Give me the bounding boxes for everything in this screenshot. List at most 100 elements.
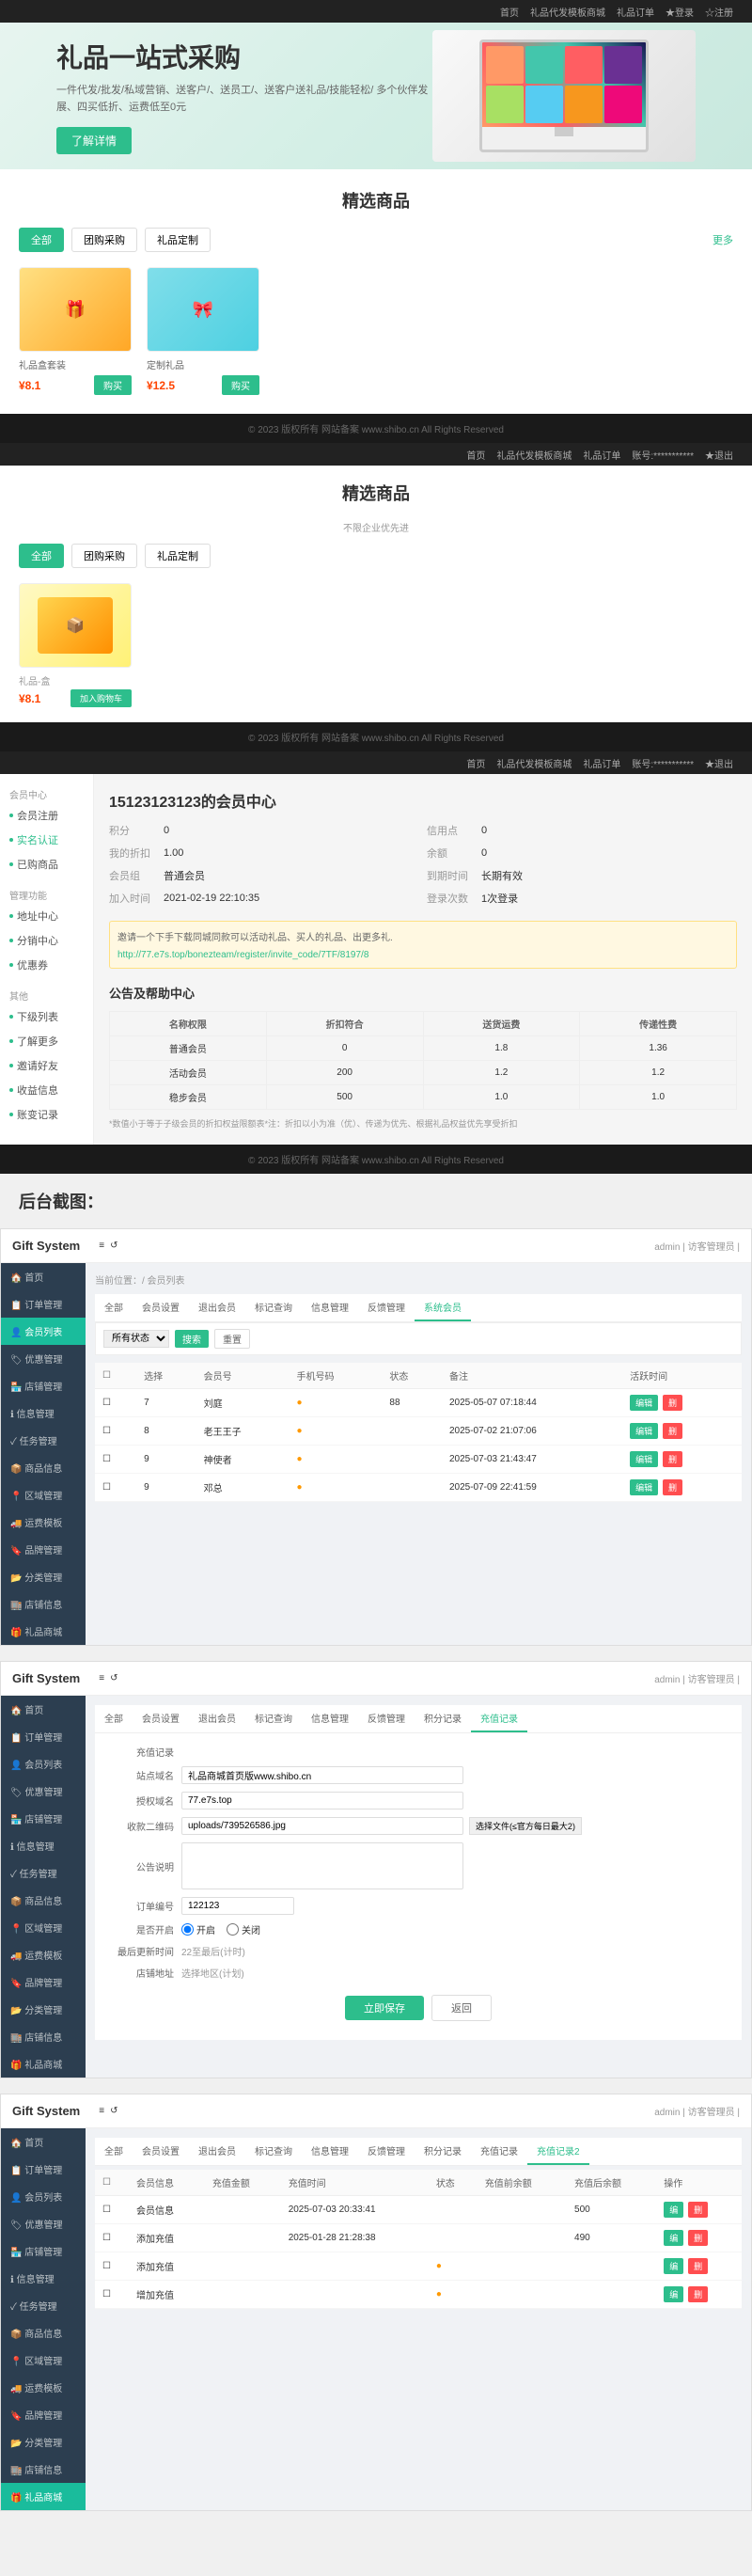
sidebar-gift-1[interactable]: 🎁 礼品商城 bbox=[1, 1618, 86, 1645]
sidebar-member-1[interactable]: 👤 会员列表 bbox=[1, 1318, 86, 1345]
tab1-3[interactable]: 标记查询 bbox=[245, 1294, 302, 1321]
form-cancel-button[interactable]: 返回 bbox=[431, 1995, 492, 2021]
tab2-active[interactable]: 充值记录 bbox=[471, 1705, 527, 1732]
tab2-0[interactable]: 全部 bbox=[95, 1705, 133, 1732]
edit-btn-3[interactable]: 编辑 bbox=[630, 1479, 658, 1495]
radio-on[interactable]: 开启 bbox=[181, 1922, 215, 1936]
nav2-logout[interactable]: ★退出 bbox=[705, 448, 733, 462]
tab3-3[interactable]: 标记查询 bbox=[245, 2138, 302, 2165]
edit3-2[interactable]: 编 bbox=[664, 2258, 683, 2274]
sidebar-item-address[interactable]: 地址中心 bbox=[0, 904, 93, 928]
sidebar3-task[interactable]: ✓ 任务管理 bbox=[1, 2292, 86, 2319]
sidebar-item-purchased[interactable]: 已购商品 bbox=[0, 852, 93, 877]
tab1-0[interactable]: 全部 bbox=[95, 1294, 133, 1321]
tab2-group[interactable]: 团购采购 bbox=[71, 544, 137, 568]
tab3-7[interactable]: 充值记录 bbox=[471, 2138, 527, 2165]
tab2-6[interactable]: 积分记录 bbox=[415, 1705, 471, 1732]
sidebar-goods-1[interactable]: 📦 商品信息 bbox=[1, 1454, 86, 1481]
admin-header-refresh-3[interactable]: ↺ bbox=[110, 2106, 118, 2116]
sidebar-item-coupon[interactable]: 优惠券 bbox=[0, 953, 93, 977]
tab1-4[interactable]: 信息管理 bbox=[302, 1294, 358, 1321]
sidebar3-goods[interactable]: 📦 商品信息 bbox=[1, 2319, 86, 2347]
sidebar2-order[interactable]: 📋 订单管理 bbox=[1, 1723, 86, 1750]
sidebar2-gift[interactable]: 🎁 礼品商城 bbox=[1, 2050, 86, 2078]
product2-cart-button[interactable]: 加入购物车 bbox=[70, 689, 132, 707]
hero-learn-more-button[interactable]: 了解详情 bbox=[56, 127, 132, 154]
del3-2[interactable]: 删 bbox=[688, 2258, 708, 2274]
tab2-all[interactable]: 全部 bbox=[19, 544, 64, 568]
sidebar3-member[interactable]: 👤 会员列表 bbox=[1, 2183, 86, 2210]
tab2-1[interactable]: 会员设置 bbox=[133, 1705, 189, 1732]
sidebar2-storeinfo[interactable]: 🏬 店铺信息 bbox=[1, 2023, 86, 2050]
tab2-3[interactable]: 标记查询 bbox=[245, 1705, 302, 1732]
del-btn-2[interactable]: 删 bbox=[663, 1451, 682, 1467]
tab3-5[interactable]: 反馈管理 bbox=[358, 2138, 415, 2165]
form-input-domain[interactable] bbox=[181, 1792, 463, 1810]
nav-login[interactable]: ★登录 bbox=[666, 5, 694, 19]
sidebar2-category[interactable]: 📂 分类管理 bbox=[1, 1996, 86, 2023]
sidebar-order-1[interactable]: 📋 订单管理 bbox=[1, 1290, 86, 1318]
sidebar3-info[interactable]: ℹ 信息管理 bbox=[1, 2265, 86, 2292]
search-button[interactable]: 搜索 bbox=[175, 1330, 209, 1348]
tab2-2[interactable]: 退出会员 bbox=[189, 1705, 245, 1732]
sidebar3-order[interactable]: 📋 订单管理 bbox=[1, 2156, 86, 2183]
tab3-active[interactable]: 充值记录2 bbox=[527, 2138, 589, 2165]
sidebar3-shop[interactable]: 🏪 店铺管理 bbox=[1, 2237, 86, 2265]
tab-more[interactable]: 更多 bbox=[713, 232, 733, 247]
upload-button[interactable]: 选择文件(≤官方每日最大2) bbox=[469, 1817, 582, 1835]
sidebar3-coupon[interactable]: 🏷 优惠管理 bbox=[1, 2210, 86, 2237]
sidebar-task-1[interactable]: ✓ 任务管理 bbox=[1, 1427, 86, 1454]
edit3-0[interactable]: 编 bbox=[664, 2202, 683, 2218]
admin-header-refresh-2[interactable]: ↺ bbox=[110, 1673, 118, 1683]
sidebar2-info[interactable]: ℹ 信息管理 bbox=[1, 1832, 86, 1859]
sidebar-item-income[interactable]: 收益信息 bbox=[0, 1078, 93, 1102]
tab1-1[interactable]: 会员设置 bbox=[133, 1294, 189, 1321]
tab-custom[interactable]: 礼品定制 bbox=[145, 228, 211, 252]
sidebar-item-verify[interactable]: 实名认证 bbox=[0, 828, 93, 852]
sidebar-home-1[interactable]: 🏠 首页 bbox=[1, 1263, 86, 1290]
tab1-active[interactable]: 系统会员 bbox=[415, 1294, 471, 1321]
tab-group[interactable]: 团购采购 bbox=[71, 228, 137, 252]
del-btn-3[interactable]: 删 bbox=[663, 1479, 682, 1495]
status-select[interactable]: 所有状态 bbox=[103, 1330, 169, 1348]
admin-header-refresh[interactable]: ↺ bbox=[110, 1241, 118, 1251]
form-submit-button[interactable]: 立即保存 bbox=[345, 1996, 424, 2020]
sidebar-item-record[interactable]: 账变记录 bbox=[0, 1102, 93, 1127]
del3-3[interactable]: 删 bbox=[688, 2286, 708, 2302]
sidebar2-coupon[interactable]: 🏷 优惠管理 bbox=[1, 1778, 86, 1805]
sidebar2-brand[interactable]: 🔖 品牌管理 bbox=[1, 1968, 86, 1996]
nav-order[interactable]: 礼品订单 bbox=[617, 5, 654, 19]
sidebar2-area[interactable]: 📍 区域管理 bbox=[1, 1914, 86, 1941]
sidebar-item-learn[interactable]: 了解更多 bbox=[0, 1029, 93, 1053]
reset-button[interactable]: 重置 bbox=[214, 1329, 250, 1349]
tab2-5[interactable]: 反馈管理 bbox=[358, 1705, 415, 1732]
edit3-1[interactable]: 编 bbox=[664, 2230, 683, 2246]
mnav-home[interactable]: 首页 bbox=[466, 756, 485, 770]
del-btn-0[interactable]: 删 bbox=[663, 1395, 682, 1411]
sidebar3-freight[interactable]: 🚚 运费模板 bbox=[1, 2374, 86, 2401]
sidebar3-storeinfo[interactable]: 🏬 店铺信息 bbox=[1, 2456, 86, 2483]
tab3-4[interactable]: 信息管理 bbox=[302, 2138, 358, 2165]
sidebar-coupon-1[interactable]: 🏷 优惠管理 bbox=[1, 1345, 86, 1372]
sidebar3-brand[interactable]: 🔖 品牌管理 bbox=[1, 2401, 86, 2428]
nav-register[interactable]: ☆注册 bbox=[705, 5, 733, 19]
sidebar3-gift[interactable]: 🎁 礼品商城 bbox=[1, 2483, 86, 2510]
nav2-shop[interactable]: 礼品代发模板商城 bbox=[496, 448, 572, 462]
edit-btn-0[interactable]: 编辑 bbox=[630, 1395, 658, 1411]
sidebar-storeinfo-1[interactable]: 🏬 店铺信息 bbox=[1, 1590, 86, 1618]
sidebar2-member[interactable]: 👤 会员列表 bbox=[1, 1750, 86, 1778]
sidebar-item-downline[interactable]: 下级列表 bbox=[0, 1004, 93, 1029]
invite-link[interactable]: http://77.e7s.top/bonezteam/register/inv… bbox=[118, 950, 368, 960]
sidebar-freight-1[interactable]: 🚚 运费模板 bbox=[1, 1509, 86, 1536]
sidebar2-task[interactable]: ✓ 任务管理 bbox=[1, 1859, 86, 1887]
sidebar-item-register[interactable]: 会员注册 bbox=[0, 803, 93, 828]
admin-header-nav-item-3[interactable]: ≡ bbox=[99, 2106, 104, 2116]
product-buy-button-1[interactable]: 购买 bbox=[94, 375, 132, 395]
del3-0[interactable]: 删 bbox=[688, 2202, 708, 2218]
admin-header-nav-item[interactable]: ≡ bbox=[99, 1241, 104, 1251]
tab1-5[interactable]: 反馈管理 bbox=[358, 1294, 415, 1321]
radio-off[interactable]: 关闭 bbox=[227, 1922, 260, 1936]
tab3-1[interactable]: 会员设置 bbox=[133, 2138, 189, 2165]
form-input-qrcode[interactable] bbox=[181, 1817, 463, 1835]
nav-shop[interactable]: 礼品代发模板商城 bbox=[530, 5, 605, 19]
